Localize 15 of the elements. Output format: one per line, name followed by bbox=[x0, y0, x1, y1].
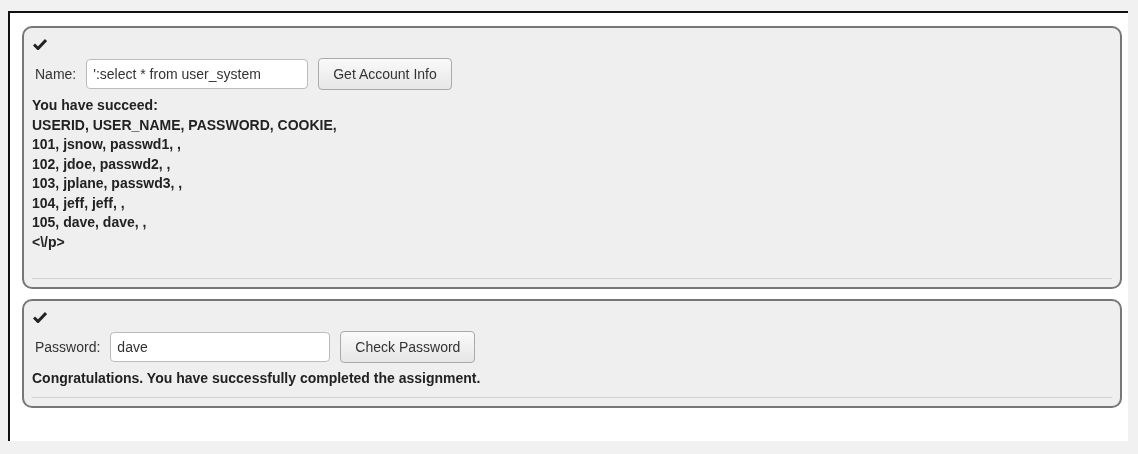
output-line: <\/p> bbox=[32, 232, 66, 252]
input-field[interactable]: ':select * from user_system bbox=[86, 59, 309, 89]
submit-button[interactable]: Check Password bbox=[340, 331, 476, 363]
field-label: Password: bbox=[35, 339, 101, 355]
output-line: 102, jdoe, passwd2, , bbox=[32, 154, 172, 174]
output-line: 104, jeff, jeff, , bbox=[32, 193, 126, 213]
output-line: USERID, USER_NAME, PASSWORD, COOKIE, bbox=[32, 115, 338, 135]
input-field[interactable]: dave bbox=[110, 332, 331, 362]
output-line: 101, jsnow, passwd1, , bbox=[32, 135, 182, 154]
output-line: Congratulations. You have successfully completed the assignment. bbox=[32, 369, 482, 388]
output-line: 105, dave, dave, , bbox=[32, 213, 148, 232]
output-line: You have succeed: bbox=[32, 96, 159, 115]
output-line: 103, jplane, passwd3, , bbox=[32, 174, 184, 193]
submit-button[interactable]: Get Account Info bbox=[318, 58, 452, 90]
field-label: Name: bbox=[35, 66, 77, 82]
